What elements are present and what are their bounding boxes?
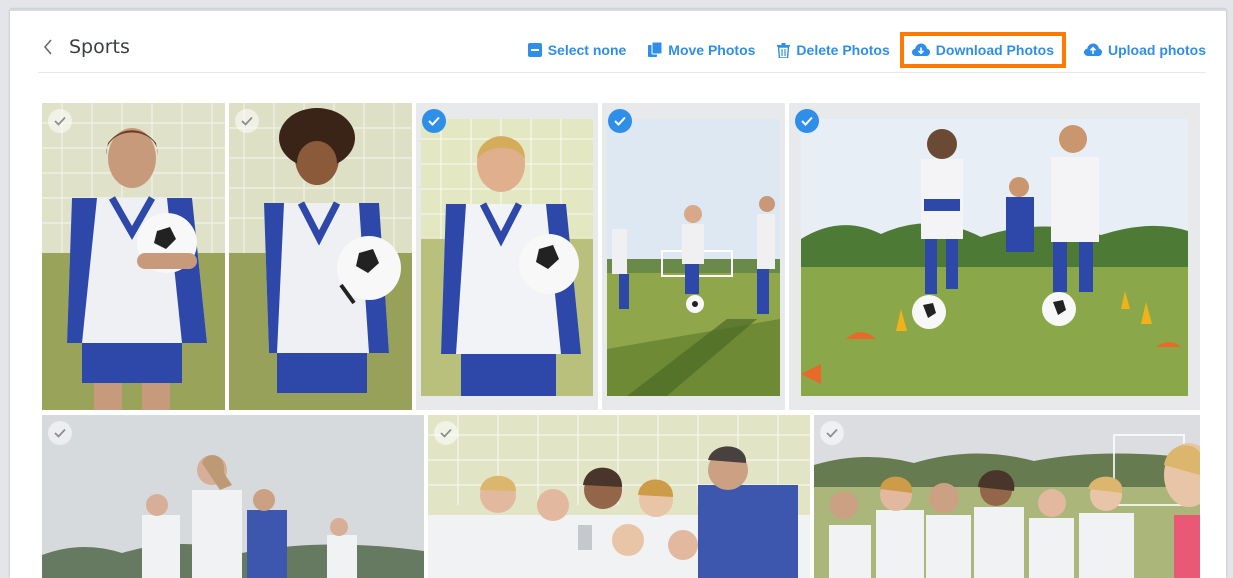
select-checkbox[interactable] — [48, 109, 72, 133]
photo-image — [428, 415, 810, 578]
photo-tile[interactable] — [42, 415, 424, 578]
photo-tile[interactable] — [814, 415, 1200, 578]
photo-image — [229, 103, 412, 410]
back-button[interactable] — [38, 35, 58, 59]
photo-image — [42, 103, 225, 410]
checkmark-icon — [440, 428, 452, 438]
select-none-label: Select none — [547, 42, 627, 58]
checkmark-icon — [428, 116, 440, 126]
photo-tile[interactable] — [789, 103, 1200, 410]
select-checkbox[interactable] — [820, 421, 844, 445]
photo-image — [801, 119, 1188, 396]
photo-image — [607, 119, 780, 396]
checkmark-icon — [801, 116, 813, 126]
checkmark-icon — [826, 428, 838, 438]
trash-icon — [777, 42, 791, 58]
copy-icon — [648, 42, 663, 57]
album-header: Sports Select none Move Photos Delete Ph… — [38, 32, 1206, 73]
toolbar: Select none Move Photos Delete Photos Do… — [506, 32, 1206, 68]
select-none-button[interactable]: Select none — [527, 42, 627, 58]
download-photos-label: Download Photos — [935, 42, 1054, 58]
checkmark-icon — [241, 116, 253, 126]
move-photos-label: Move Photos — [668, 42, 756, 58]
delete-photos-label: Delete Photos — [796, 42, 890, 58]
select-checkbox[interactable] — [48, 421, 72, 445]
select-checkbox[interactable] — [422, 109, 446, 133]
download-photos-button[interactable]: Download Photos — [899, 32, 1067, 68]
checkmark-icon — [54, 428, 66, 438]
select-checkbox[interactable] — [434, 421, 458, 445]
photo-tile[interactable] — [602, 103, 785, 410]
photo-tile[interactable] — [229, 103, 412, 410]
checkmark-icon — [614, 116, 626, 126]
top-divider — [10, 9, 1226, 11]
photo-tile[interactable] — [42, 103, 225, 410]
photo-image — [42, 415, 424, 578]
page-title: Sports — [69, 36, 130, 58]
upload-photos-button[interactable]: Upload photos — [1084, 42, 1206, 58]
album-panel: Sports Select none Move Photos Delete Ph… — [10, 9, 1226, 578]
photo-tile[interactable] — [416, 103, 598, 410]
delete-photos-button[interactable]: Delete Photos — [777, 42, 890, 58]
move-photos-button[interactable]: Move Photos — [648, 42, 755, 58]
photo-tile[interactable] — [428, 415, 810, 578]
chevron-left-icon — [43, 39, 52, 55]
cloud-download-icon — [911, 43, 930, 56]
photo-image — [421, 119, 593, 396]
photo-image — [814, 415, 1200, 578]
checkmark-icon — [54, 116, 66, 126]
select-checkbox[interactable] — [608, 109, 632, 133]
minus-square-icon — [527, 43, 542, 57]
select-checkbox[interactable] — [795, 109, 819, 133]
select-checkbox[interactable] — [235, 109, 259, 133]
cloud-upload-icon — [1084, 43, 1102, 56]
upload-photos-label: Upload photos — [1108, 42, 1206, 58]
